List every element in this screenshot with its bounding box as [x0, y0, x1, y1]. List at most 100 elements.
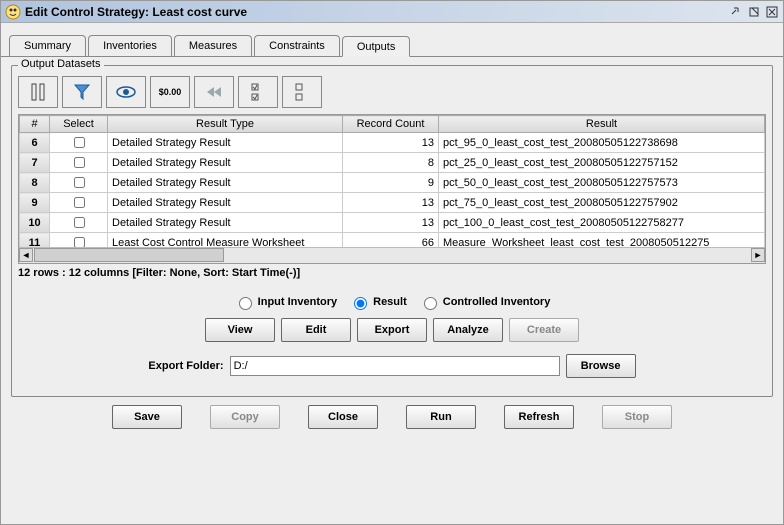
row-number: 9 [20, 193, 50, 213]
table-row[interactable]: 7 Detailed Strategy Result8pct_25_0_least… [20, 153, 765, 173]
run-button[interactable]: Run [406, 405, 476, 429]
clear-sel-icon[interactable] [282, 76, 322, 108]
row-result: pct_100_0_least_cost_test_20080505122758… [439, 213, 765, 233]
browse-button[interactable]: Browse [566, 354, 636, 378]
row-number: 10 [20, 213, 50, 233]
output-datasets-group: Output Datasets $0.00 # Select [11, 65, 773, 397]
app-icon [5, 4, 21, 20]
row-result-type: Least Cost Control Measure Worksheet [108, 233, 343, 248]
maximize-icon[interactable] [747, 5, 761, 19]
minimize-icon[interactable] [729, 5, 743, 19]
row-number: 6 [20, 133, 50, 153]
tab-measures[interactable]: Measures [174, 35, 252, 56]
close-icon[interactable] [765, 5, 779, 19]
col-number[interactable]: # [20, 116, 50, 133]
tab-bar: Summary Inventories Measures Constraints… [1, 23, 783, 57]
row-select-cell[interactable] [50, 173, 108, 193]
titlebar: Edit Control Strategy: Least cost curve [1, 1, 783, 23]
row-result-type: Detailed Strategy Result [108, 173, 343, 193]
row-number: 7 [20, 153, 50, 173]
table-row[interactable]: 11 Least Cost Control Measure Worksheet66… [20, 233, 765, 248]
row-checkbox[interactable] [74, 177, 85, 188]
row-select-cell[interactable] [50, 233, 108, 248]
row-record-count: 9 [343, 173, 439, 193]
save-button[interactable]: Save [112, 405, 182, 429]
tab-inventories[interactable]: Inventories [88, 35, 172, 56]
horizontal-scrollbar[interactable]: ◄ ► [19, 247, 765, 263]
radio-label: Controlled Inventory [443, 296, 551, 308]
radio-input-inventory[interactable]: Input Inventory [234, 294, 337, 310]
row-result: pct_25_0_least_cost_test_200805051227571… [439, 153, 765, 173]
tab-content: Output Datasets $0.00 # Select [1, 57, 783, 524]
table-status: 12 rows : 12 columns [Filter: None, Sort… [18, 264, 766, 282]
scroll-thumb[interactable] [34, 248, 224, 262]
filter-icon[interactable] [62, 76, 102, 108]
row-number: 11 [20, 233, 50, 248]
row-number: 8 [20, 173, 50, 193]
fieldset-legend: Output Datasets [18, 58, 104, 70]
row-select-cell[interactable] [50, 213, 108, 233]
window-frame: Edit Control Strategy: Least cost curve … [0, 0, 784, 525]
table-row[interactable]: 9 Detailed Strategy Result13pct_75_0_leas… [20, 193, 765, 213]
tab-constraints[interactable]: Constraints [254, 35, 340, 56]
row-result: pct_50_0_least_cost_test_200805051227575… [439, 173, 765, 193]
view-button[interactable]: View [205, 318, 275, 342]
col-result-type[interactable]: Result Type [108, 116, 343, 133]
col-select[interactable]: Select [50, 116, 108, 133]
table-toolbar: $0.00 [18, 76, 766, 108]
radio-label: Result [373, 296, 407, 308]
radio-label: Input Inventory [258, 296, 337, 308]
eye-icon[interactable] [106, 76, 146, 108]
row-result-type: Detailed Strategy Result [108, 193, 343, 213]
table-row[interactable]: 8 Detailed Strategy Result9pct_50_0_least… [20, 173, 765, 193]
row-result-type: Detailed Strategy Result [108, 153, 343, 173]
row-checkbox[interactable] [74, 137, 85, 148]
row-checkbox[interactable] [74, 157, 85, 168]
col-record-count[interactable]: Record Count [343, 116, 439, 133]
table-row[interactable]: 10 Detailed Strategy Result13pct_100_0_le… [20, 213, 765, 233]
output-type-radios: Input Inventory Result Controlled Invent… [18, 294, 766, 310]
currency-icon[interactable]: $0.00 [150, 76, 190, 108]
row-checkbox[interactable] [74, 237, 85, 247]
analyze-button[interactable]: Analyze [433, 318, 503, 342]
export-folder-input[interactable] [230, 356, 560, 376]
row-checkbox[interactable] [74, 217, 85, 228]
export-button[interactable]: Export [357, 318, 427, 342]
tab-outputs[interactable]: Outputs [342, 36, 411, 57]
row-result-type: Detailed Strategy Result [108, 213, 343, 233]
row-result: pct_75_0_least_cost_test_200805051227579… [439, 193, 765, 213]
row-record-count: 13 [343, 193, 439, 213]
refresh-button[interactable]: Refresh [504, 405, 574, 429]
row-select-cell[interactable] [50, 153, 108, 173]
row-record-count: 13 [343, 133, 439, 153]
row-result-type: Detailed Strategy Result [108, 133, 343, 153]
row-select-cell[interactable] [50, 193, 108, 213]
row-record-count: 66 [343, 233, 439, 248]
table-row[interactable]: 6Detailed Strategy Result13pct_95_0_leas… [20, 133, 765, 153]
row-record-count: 8 [343, 153, 439, 173]
results-table-container: # Select Result Type Record Count Result… [18, 114, 766, 264]
radio-controlled-inventory[interactable]: Controlled Inventory [419, 294, 551, 310]
scroll-right-arrow[interactable]: ► [751, 248, 765, 262]
window-title: Edit Control Strategy: Least cost curve [25, 5, 725, 19]
scroll-left-arrow[interactable]: ◄ [19, 248, 33, 262]
rewind-icon[interactable] [194, 76, 234, 108]
row-checkbox[interactable] [74, 197, 85, 208]
create-button: Create [509, 318, 579, 342]
results-table: # Select Result Type Record Count Result… [19, 115, 765, 247]
columns-icon[interactable] [18, 76, 58, 108]
close-button[interactable]: Close [308, 405, 378, 429]
radio-result[interactable]: Result [349, 294, 407, 310]
edit-button[interactable]: Edit [281, 318, 351, 342]
col-result[interactable]: Result [439, 116, 765, 133]
export-folder-row: Export Folder: Browse [18, 354, 766, 378]
row-result: Measure_Worksheet_least_cost_test_200805… [439, 233, 765, 248]
row-select-cell[interactable] [50, 133, 108, 153]
tab-summary[interactable]: Summary [9, 35, 86, 56]
action-buttons: View Edit Export Analyze Create [18, 318, 766, 342]
bottom-button-bar: Save Copy Close Run Refresh Stop [11, 397, 773, 441]
export-folder-label: Export Folder: [148, 360, 223, 372]
select-all-icon[interactable] [238, 76, 278, 108]
stop-button: Stop [602, 405, 672, 429]
row-record-count: 13 [343, 213, 439, 233]
